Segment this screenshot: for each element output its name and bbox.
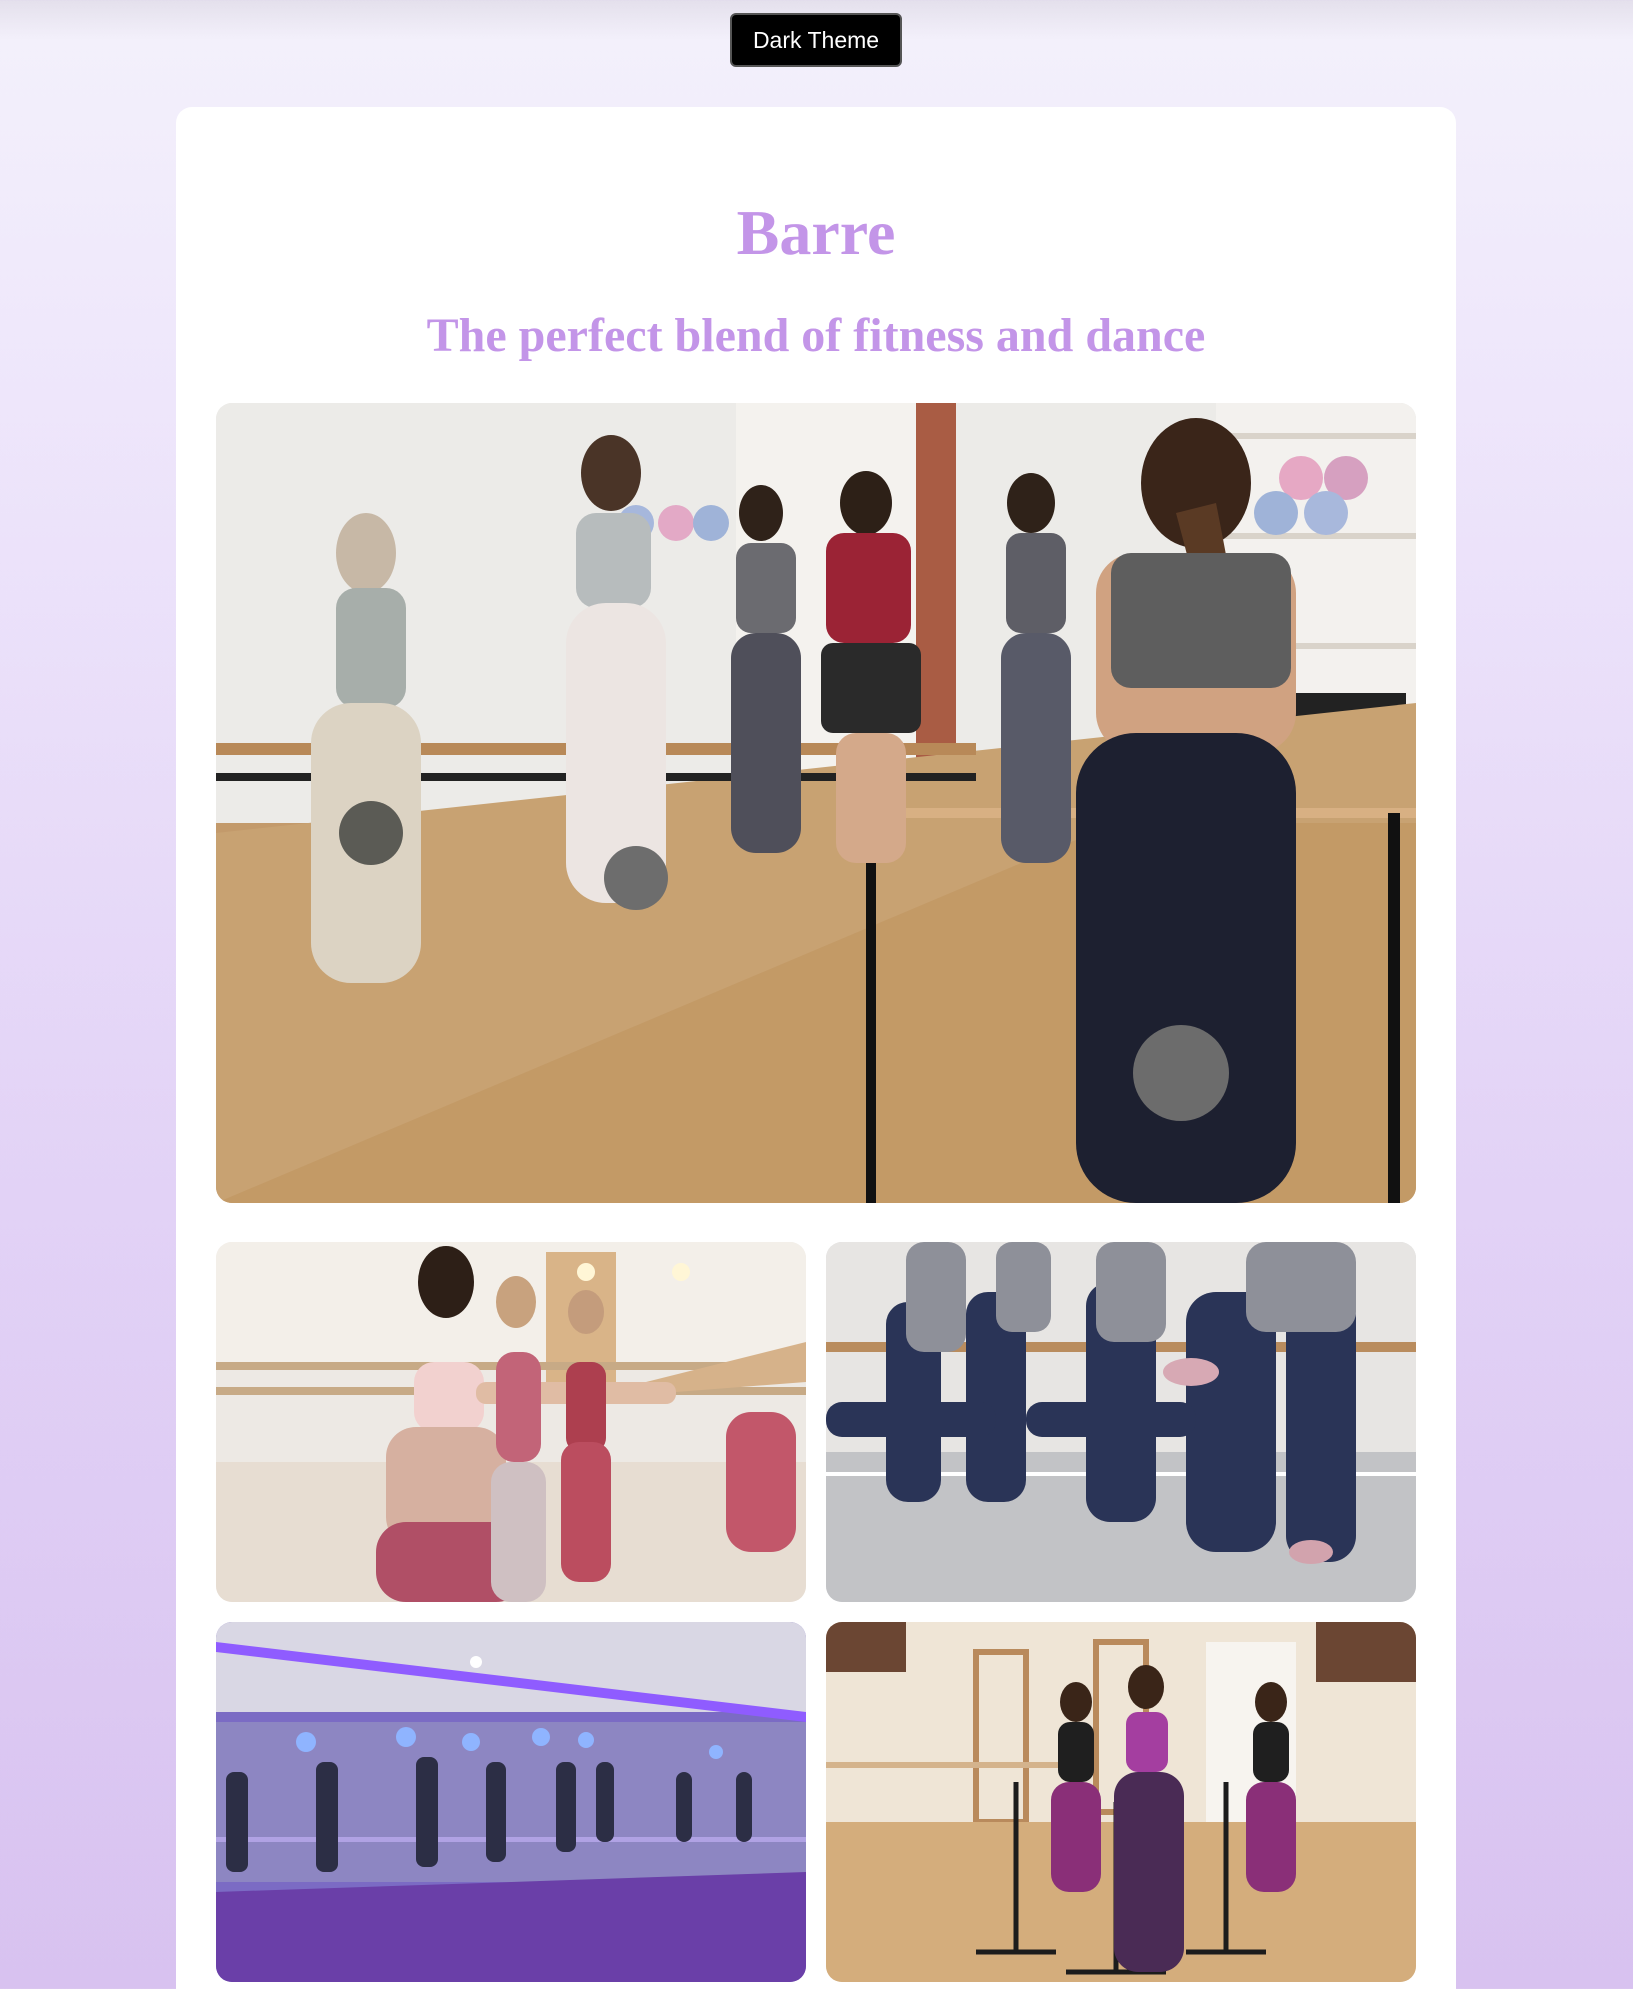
gallery-photo-plie bbox=[216, 1242, 806, 1602]
gallery-photo-purple-studio bbox=[216, 1622, 806, 1982]
content-card: Barre The perfect blend of fitness and d… bbox=[176, 107, 1456, 1989]
gallery-photo-main bbox=[216, 403, 1416, 1203]
page-title: Barre bbox=[736, 197, 896, 268]
gallery-photo-leg-lifts bbox=[826, 1242, 1416, 1602]
gallery-photo-portable-barres bbox=[826, 1622, 1416, 1982]
dark-theme-button[interactable]: Dark Theme bbox=[730, 13, 902, 67]
page-subtitle: The perfect blend of fitness and dance bbox=[426, 309, 1206, 362]
